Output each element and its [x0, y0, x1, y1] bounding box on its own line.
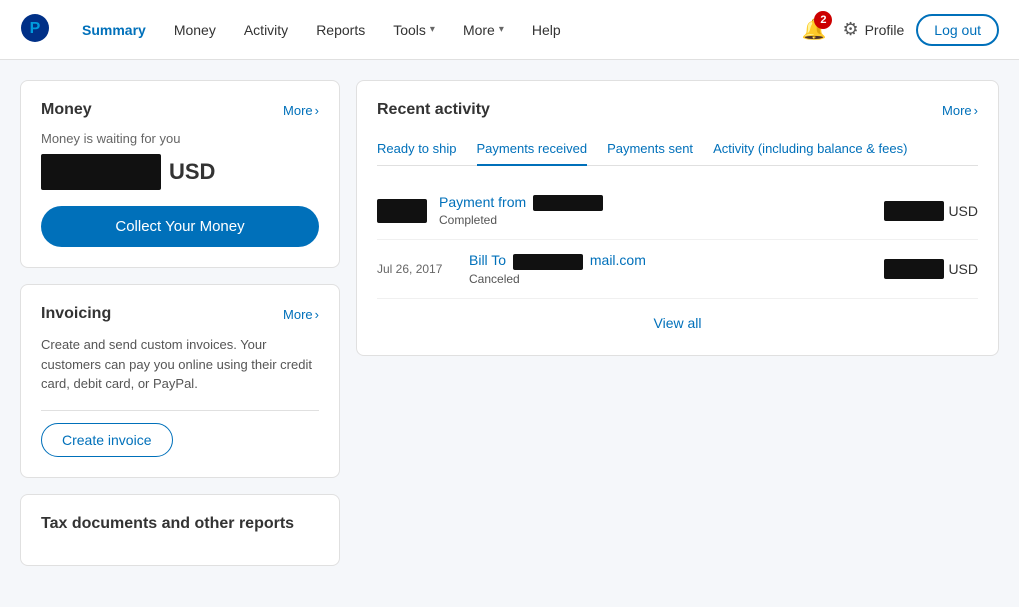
invoicing-divider [41, 410, 319, 411]
left-panel: Money More › Money is waiting for you US… [20, 80, 340, 566]
invoicing-card-header: Invoicing More › [41, 305, 319, 323]
tx-currency-2: USD [948, 261, 978, 277]
activity-header: Recent activity More › [377, 101, 978, 119]
create-invoice-button[interactable]: Create invoice [41, 423, 173, 457]
tools-dropdown-arrow: ▾ [430, 24, 435, 35]
nav-tools[interactable]: Tools ▾ [381, 14, 447, 46]
tx-amount-redacted-1 [884, 201, 944, 221]
nav-activity[interactable]: Activity [232, 14, 300, 46]
money-waiting-text: Money is waiting for you [41, 131, 319, 146]
tx-label-prefix-2: Bill To [469, 252, 506, 268]
activity-more-link[interactable]: More › [942, 103, 978, 118]
money-card-title: Money [41, 101, 92, 119]
tx-status-1: Completed [439, 213, 872, 227]
tx-icon-redacted [377, 199, 427, 223]
activity-card: Recent activity More › Ready to ship Pay… [356, 80, 999, 356]
nav-more[interactable]: More ▾ [451, 14, 516, 46]
money-more-link[interactable]: More › [283, 103, 319, 118]
header: P Summary Money Activity Reports Tools ▾… [0, 0, 1019, 60]
tx-info-2: Bill To mail.com Canceled [469, 252, 872, 285]
collect-money-button[interactable]: Collect Your Money [41, 206, 319, 247]
tx-amount-redacted-2 [884, 259, 944, 279]
tab-payments-sent[interactable]: Payments sent [607, 133, 693, 166]
nav-help[interactable]: Help [520, 14, 573, 46]
tx-name-redacted-2 [513, 254, 583, 270]
header-right: 🔔 2 ⚙ Profile Log out [798, 13, 999, 46]
invoicing-more-link[interactable]: More › [283, 307, 319, 322]
invoicing-card: Invoicing More › Create and send custom … [20, 284, 340, 478]
invoicing-description: Create and send custom invoices. Your cu… [41, 335, 319, 394]
tx-email-suffix-2: mail.com [590, 252, 646, 268]
view-all-row: View all [377, 299, 978, 335]
invoicing-card-title: Invoicing [41, 305, 111, 323]
money-card: Money More › Money is waiting for you US… [20, 80, 340, 268]
tab-payments-received[interactable]: Payments received [477, 133, 588, 166]
right-panel: Recent activity More › Ready to ship Pay… [356, 80, 999, 566]
tax-card-title: Tax documents and other reports [41, 515, 294, 533]
amount-redacted-block [41, 154, 161, 190]
paypal-logo-icon: P [20, 13, 50, 43]
money-more-arrow: › [315, 103, 319, 118]
table-row: Jul 26, 2017 Bill To mail.com Canceled U… [377, 240, 978, 298]
main-content: Money More › Money is waiting for you US… [0, 60, 1019, 586]
tx-payment-from-link[interactable]: Payment from [439, 194, 606, 210]
tx-info-1: Payment from Completed [439, 194, 872, 227]
tx-currency-1: USD [948, 203, 978, 219]
nav-reports[interactable]: Reports [304, 14, 377, 46]
more-dropdown-arrow: ▾ [499, 24, 504, 35]
tax-card-header: Tax documents and other reports [41, 515, 319, 533]
tx-name-redacted-1 [533, 195, 603, 211]
table-row: Payment from Completed USD [377, 182, 978, 240]
notifications-bell[interactable]: 🔔 2 [798, 13, 831, 46]
tx-bill-to-link[interactable]: Bill To mail.com [469, 252, 646, 268]
tx-amount-1: USD [884, 201, 978, 221]
tab-activity-balance[interactable]: Activity (including balance & fees) [713, 133, 907, 166]
tx-amount-2: USD [884, 259, 978, 279]
tx-status-2: Canceled [469, 272, 872, 286]
nav-summary[interactable]: Summary [70, 14, 158, 46]
view-all-link[interactable]: View all [654, 315, 702, 331]
svg-text:P: P [30, 20, 41, 37]
notification-badge: 2 [814, 11, 832, 29]
activity-title: Recent activity [377, 101, 490, 119]
logout-button[interactable]: Log out [916, 14, 999, 46]
nav-money[interactable]: Money [162, 14, 228, 46]
activity-tabs: Ready to ship Payments received Payments… [377, 133, 978, 166]
paypal-logo-wrap[interactable]: P [20, 13, 50, 46]
tab-ready-to-ship[interactable]: Ready to ship [377, 133, 457, 166]
money-amount-row: USD [41, 154, 319, 190]
currency-label: USD [169, 159, 215, 185]
invoicing-more-arrow: › [315, 307, 319, 322]
tx-label-2: Bill To mail.com [469, 252, 872, 269]
gear-icon: ⚙ [842, 19, 858, 40]
tax-card: Tax documents and other reports [20, 494, 340, 566]
tx-label-prefix: Payment from [439, 194, 526, 210]
profile-wrap[interactable]: ⚙ Profile [842, 19, 904, 40]
profile-label: Profile [865, 22, 905, 38]
activity-more-arrow: › [974, 103, 978, 118]
tx-label-1: Payment from [439, 194, 872, 211]
main-nav: Summary Money Activity Reports Tools ▾ M… [70, 14, 798, 46]
tx-date-2: Jul 26, 2017 [377, 262, 457, 276]
money-card-header: Money More › [41, 101, 319, 119]
